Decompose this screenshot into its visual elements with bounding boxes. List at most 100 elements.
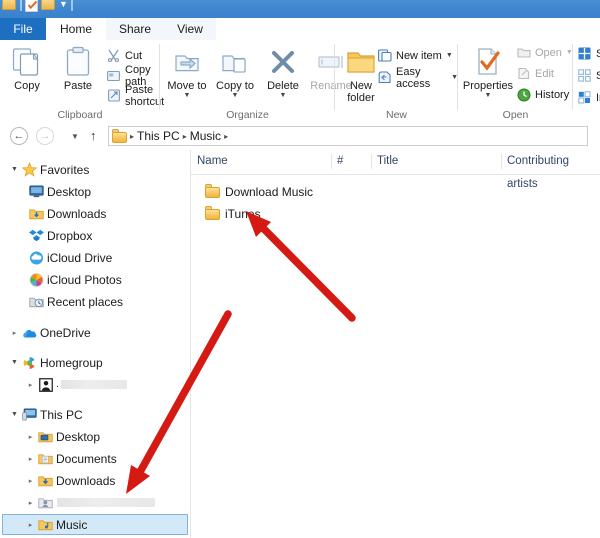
breadcrumb-separator-0[interactable]: ▸ xyxy=(130,132,134,141)
sidebar-label-homegroup: Homegroup xyxy=(40,355,103,370)
invert-selection-label: In xyxy=(596,91,600,104)
copy-button[interactable]: Copy xyxy=(4,44,50,92)
navigation-pane[interactable]: ▼ Favorites Desktop Downloads Dropbox iC… xyxy=(0,150,190,538)
recent-locations-dropdown[interactable]: ▼ xyxy=(71,132,79,141)
column-header-title[interactable]: Title xyxy=(371,150,501,173)
breadcrumb-separator-2[interactable]: ▸ xyxy=(224,132,228,141)
column-header-contributing-artists[interactable]: Contributing artists xyxy=(501,150,600,190)
sidebar-item-recent-places[interactable]: Recent places xyxy=(28,292,123,311)
chevron-expanded-icon-3[interactable]: ▼ xyxy=(8,411,21,418)
properties-button[interactable]: Properties ▼ xyxy=(462,44,514,99)
sidebar-item-homegroup[interactable]: ▼ Homegroup xyxy=(8,353,103,372)
sidebar-label-downloads: Downloads xyxy=(56,473,116,488)
file-list-pane[interactable]: Name # Title Contributing artists Downlo… xyxy=(191,150,600,538)
properties-check-icon[interactable] xyxy=(25,0,38,12)
ribbon-group-clipboard: Copy Paste Cut Copy path Paste shortcut … xyxy=(0,40,164,122)
sidebar-item-desktop-fav[interactable]: Desktop xyxy=(28,182,91,201)
downloads-folder-icon-2 xyxy=(37,474,54,488)
move-to-icon xyxy=(164,44,210,80)
sidebar-item-icloud-drive[interactable]: iCloud Drive xyxy=(28,248,112,267)
select-all-button[interactable]: S xyxy=(577,44,600,63)
chevron-down-icon-4[interactable]: ▼ xyxy=(446,52,453,59)
select-none-icon xyxy=(577,68,592,83)
chevron-collapsed-icon-3[interactable]: ▸ xyxy=(24,433,37,441)
column-header-row: Name # Title Contributing artists xyxy=(191,150,600,190)
sidebar-item-downloads-fav[interactable]: Downloads xyxy=(28,204,106,223)
chevron-collapsed-icon-5[interactable]: ▸ xyxy=(24,477,37,485)
chevron-collapsed-icon-6[interactable]: ▸ xyxy=(24,499,37,507)
chevron-down-icon-2[interactable]: ▼ xyxy=(212,92,258,99)
sidebar-item-onedrive[interactable]: ▸ OneDrive xyxy=(8,323,91,342)
breadcrumb-item-music[interactable]: Music xyxy=(190,129,221,143)
chevron-down-icon-6[interactable]: ▼ xyxy=(462,92,514,99)
chevron-collapsed-icon[interactable]: ▸ xyxy=(8,329,21,337)
sidebar-label-desktop: Desktop xyxy=(56,429,101,444)
table-row[interactable]: Download Music xyxy=(191,182,600,201)
chevron-collapsed-icon-4[interactable]: ▸ xyxy=(24,455,37,463)
tab-share[interactable]: Share xyxy=(106,18,164,40)
sidebar-item-dropbox[interactable]: Dropbox xyxy=(28,226,92,245)
easy-access-button[interactable]: Easy access ▼ xyxy=(377,65,458,90)
move-to-button[interactable]: Move to ▼ xyxy=(164,44,210,99)
select-none-button[interactable]: S xyxy=(577,66,600,85)
move-to-label: Move to xyxy=(167,80,207,92)
chevron-down-icon[interactable]: ▼ xyxy=(164,92,210,99)
column-header-number[interactable]: # xyxy=(331,150,371,173)
open-label: Open xyxy=(535,46,562,59)
up-button[interactable]: ↑ xyxy=(90,127,97,145)
sidebar-item-homegroup-user[interactable]: ▸ . xyxy=(24,375,174,394)
table-row[interactable]: iTunes xyxy=(191,204,600,223)
sidebar-label-music: Music xyxy=(56,517,88,532)
copy-to-icon xyxy=(212,44,258,80)
breadcrumb-separator-1[interactable]: ▸ xyxy=(183,132,187,141)
file-name-0: Download Music xyxy=(225,184,314,199)
chevron-collapsed-icon-7[interactable]: ▸ xyxy=(24,521,37,529)
chevron-down-icon[interactable]: ▼ xyxy=(59,0,68,9)
chevron-expanded-icon-2[interactable]: ▼ xyxy=(8,359,21,366)
sidebar-label-dropbox: Dropbox xyxy=(47,228,93,243)
qat-divider-2 xyxy=(70,0,73,11)
copy-path-button[interactable]: Copy path xyxy=(106,64,160,88)
history-button[interactable]: History xyxy=(516,85,569,104)
edit-button[interactable]: Edit xyxy=(516,64,554,83)
chevron-down-icon-3[interactable]: ▼ xyxy=(260,92,306,99)
downloads-folder-icon xyxy=(28,207,45,221)
tab-file[interactable]: File xyxy=(0,18,46,40)
open-button[interactable]: Open ▼ xyxy=(516,43,573,62)
nav-label-favorites: Favorites xyxy=(40,162,90,177)
sidebar-item-documents[interactable]: ▸ Documents xyxy=(24,449,117,468)
delete-button[interactable]: Delete ▼ xyxy=(260,44,306,99)
sidebar-item-music[interactable]: ▸ Music xyxy=(24,515,88,534)
chevron-collapsed-icon-2[interactable]: ▸ xyxy=(24,381,37,389)
chevron-expanded-icon[interactable]: ▼ xyxy=(8,166,21,173)
paste-button[interactable]: Paste xyxy=(55,44,101,92)
back-button[interactable]: ← xyxy=(10,127,28,145)
new-item-label: New item xyxy=(396,49,442,62)
sidebar-item-downloads[interactable]: ▸ Downloads xyxy=(24,471,116,490)
breadcrumb[interactable]: ▸ This PC ▸ Music ▸ xyxy=(108,126,588,146)
sidebar-item-desktop[interactable]: ▸ Desktop xyxy=(24,427,100,446)
sidebar-item-icloud-photos[interactable]: iCloud Photos xyxy=(28,270,122,289)
forward-button[interactable]: → xyxy=(36,127,54,145)
tab-home[interactable]: Home xyxy=(46,18,106,40)
copy-to-label: Copy to xyxy=(216,80,254,92)
homegroup-icon xyxy=(21,356,38,370)
edit-label: Edit xyxy=(535,67,554,80)
cut-button[interactable]: Cut xyxy=(106,46,142,65)
new-item-button[interactable]: New item ▼ xyxy=(377,46,453,65)
paste-shortcut-button[interactable]: Paste shortcut xyxy=(106,84,164,108)
sidebar-item-this-pc[interactable]: ▼ This PC xyxy=(8,405,83,424)
onedrive-icon xyxy=(21,327,38,339)
breadcrumb-item-this-pc[interactable]: This PC xyxy=(137,129,180,143)
invert-selection-button[interactable]: In xyxy=(577,88,600,107)
column-header-name[interactable]: Name xyxy=(191,150,331,173)
user-folder-icon xyxy=(37,496,54,510)
quick-access-toolbar[interactable]: ▼ xyxy=(2,0,73,13)
sidebar-item-user-folder[interactable]: ▸ xyxy=(24,493,184,512)
copy-to-button[interactable]: Copy to ▼ xyxy=(212,44,258,99)
select-all-label: S xyxy=(596,47,600,60)
easy-access-label: Easy access xyxy=(396,65,431,90)
nav-group-favorites[interactable]: ▼ Favorites xyxy=(8,160,89,179)
tab-view[interactable]: View xyxy=(164,18,216,40)
copy-label: Copy xyxy=(14,80,40,92)
